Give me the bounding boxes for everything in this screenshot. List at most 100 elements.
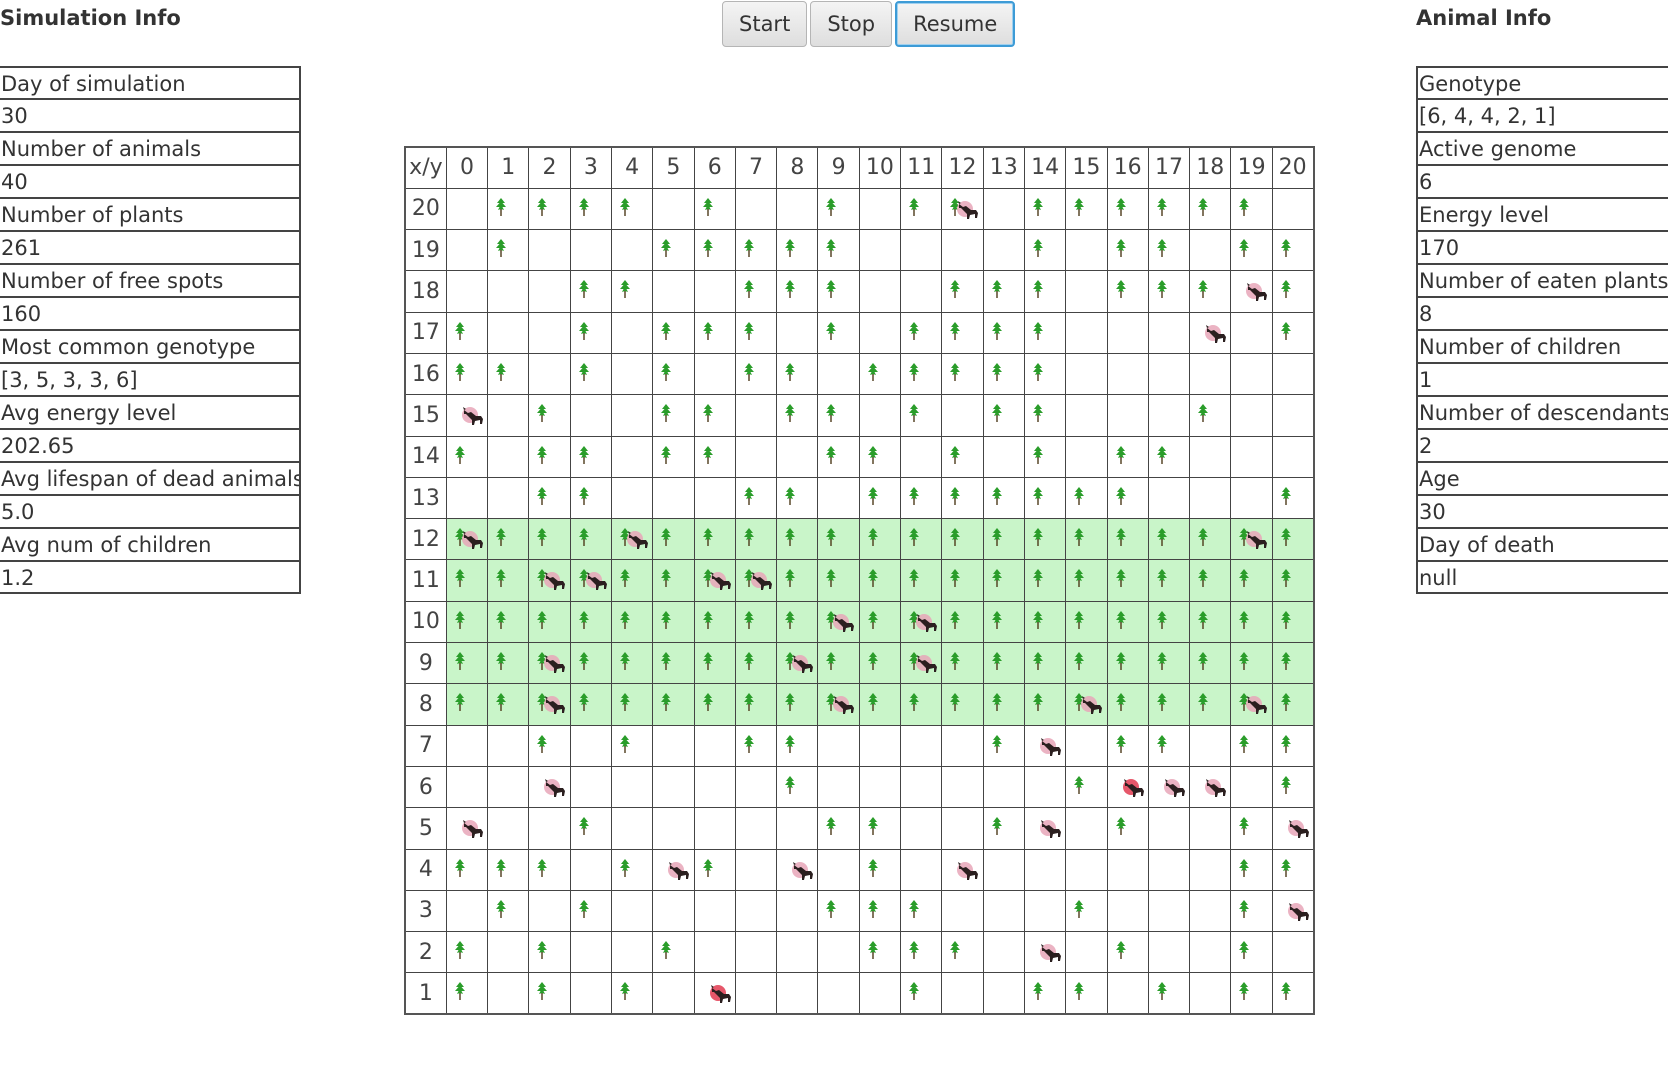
- map-cell[interactable]: [1106, 683, 1149, 726]
- map-cell[interactable]: [693, 931, 736, 974]
- map-cell[interactable]: [1271, 394, 1315, 437]
- map-cell[interactable]: [610, 229, 654, 272]
- map-cell[interactable]: [1106, 972, 1149, 1015]
- map-cell[interactable]: [1023, 807, 1067, 850]
- map-cell[interactable]: [445, 889, 489, 933]
- map-cell[interactable]: [776, 600, 819, 644]
- map-cell[interactable]: [1189, 972, 1232, 1015]
- map-cell[interactable]: [941, 972, 984, 1015]
- map-cell[interactable]: [1065, 394, 1108, 437]
- map-cell[interactable]: [610, 311, 654, 354]
- map-cell[interactable]: [734, 848, 778, 891]
- map-cell[interactable]: [610, 765, 654, 809]
- map-cell[interactable]: [1065, 807, 1108, 850]
- map-cell[interactable]: [1271, 229, 1315, 272]
- stop-button[interactable]: Stop: [810, 1, 893, 47]
- map-cell[interactable]: [1230, 889, 1273, 933]
- map-cell[interactable]: [1271, 807, 1315, 850]
- map-cell[interactable]: [858, 311, 902, 354]
- map-cell[interactable]: [941, 559, 984, 602]
- map-cell[interactable]: [1147, 600, 1191, 644]
- map-cell[interactable]: [1147, 394, 1191, 437]
- map-cell[interactable]: [1147, 559, 1191, 602]
- map-cell[interactable]: [817, 518, 860, 561]
- map-cell[interactable]: [652, 972, 695, 1015]
- animal-icon[interactable]: [1245, 694, 1271, 716]
- map-cell[interactable]: [900, 807, 943, 850]
- map-cell[interactable]: [1147, 476, 1191, 520]
- animal-icon[interactable]: [1287, 901, 1313, 923]
- map-cell[interactable]: [817, 270, 860, 313]
- map-cell[interactable]: [1106, 394, 1149, 437]
- map-cell[interactable]: [817, 394, 860, 437]
- map-cell[interactable]: [1230, 435, 1273, 478]
- map-cell[interactable]: [487, 476, 530, 520]
- map-cell[interactable]: [776, 518, 819, 561]
- map-cell[interactable]: [817, 642, 860, 685]
- map-cell[interactable]: [652, 642, 695, 685]
- animal-icon[interactable]: [832, 694, 858, 716]
- map-cell[interactable]: [445, 311, 489, 354]
- map-cell[interactable]: [528, 559, 571, 602]
- map-cell[interactable]: [858, 270, 902, 313]
- animal-icon[interactable]: [832, 612, 858, 634]
- map-cell[interactable]: [1023, 931, 1067, 974]
- map-cell[interactable]: [776, 765, 819, 809]
- map-cell[interactable]: [1230, 600, 1273, 644]
- map-cell[interactable]: [982, 352, 1025, 396]
- map-cell[interactable]: [693, 394, 736, 437]
- map-cell[interactable]: [941, 229, 984, 272]
- map-cell[interactable]: [734, 476, 778, 520]
- map-cell[interactable]: [610, 476, 654, 520]
- map-cell[interactable]: [1106, 229, 1149, 272]
- map-cell[interactable]: [1230, 642, 1273, 685]
- map-cell[interactable]: [487, 642, 530, 685]
- map-cell[interactable]: [652, 724, 695, 767]
- map-cell[interactable]: [1189, 848, 1232, 891]
- map-cell[interactable]: [487, 765, 530, 809]
- map-cell[interactable]: [1106, 270, 1149, 313]
- map-cell[interactable]: [487, 848, 530, 891]
- map-cell[interactable]: [445, 559, 489, 602]
- map-cell[interactable]: [941, 476, 984, 520]
- map-cell[interactable]: [817, 807, 860, 850]
- map-cell[interactable]: [1023, 889, 1067, 933]
- map-cell[interactable]: [569, 765, 612, 809]
- map-cell[interactable]: [1065, 187, 1108, 231]
- map-cell[interactable]: [528, 187, 571, 231]
- map-cell[interactable]: [900, 972, 943, 1015]
- map-cell[interactable]: [1230, 848, 1273, 891]
- map-cell[interactable]: [982, 848, 1025, 891]
- map-cell[interactable]: [652, 270, 695, 313]
- map-cell[interactable]: [652, 352, 695, 396]
- map-cell[interactable]: [1271, 972, 1315, 1015]
- map-cell[interactable]: [569, 352, 612, 396]
- map-cell[interactable]: [858, 600, 902, 644]
- map-cell[interactable]: [817, 476, 860, 520]
- map-cell[interactable]: [1065, 270, 1108, 313]
- map-cell[interactable]: [1271, 187, 1315, 231]
- map-cell[interactable]: [1065, 435, 1108, 478]
- map-cell[interactable]: [1230, 724, 1273, 767]
- map-cell[interactable]: [1271, 765, 1315, 809]
- map-cell[interactable]: [487, 311, 530, 354]
- map-cell[interactable]: [445, 352, 489, 396]
- map-cell[interactable]: [1189, 889, 1232, 933]
- animal-icon[interactable]: [1039, 736, 1065, 758]
- map-cell[interactable]: [900, 229, 943, 272]
- map-cell[interactable]: [1023, 518, 1067, 561]
- map-cell[interactable]: [1271, 848, 1315, 891]
- map-cell[interactable]: [693, 972, 736, 1015]
- animal-icon[interactable]: [709, 570, 735, 592]
- map-cell[interactable]: [1230, 683, 1273, 726]
- map-cell[interactable]: [445, 972, 489, 1015]
- map-cell[interactable]: [1147, 229, 1191, 272]
- map-cell[interactable]: [445, 765, 489, 809]
- map-cell[interactable]: [445, 187, 489, 231]
- map-cell[interactable]: [1189, 270, 1232, 313]
- map-cell[interactable]: [941, 889, 984, 933]
- map-cell[interactable]: [569, 931, 612, 974]
- map-cell[interactable]: [1230, 311, 1273, 354]
- map-cell[interactable]: [652, 394, 695, 437]
- map-cell[interactable]: [900, 311, 943, 354]
